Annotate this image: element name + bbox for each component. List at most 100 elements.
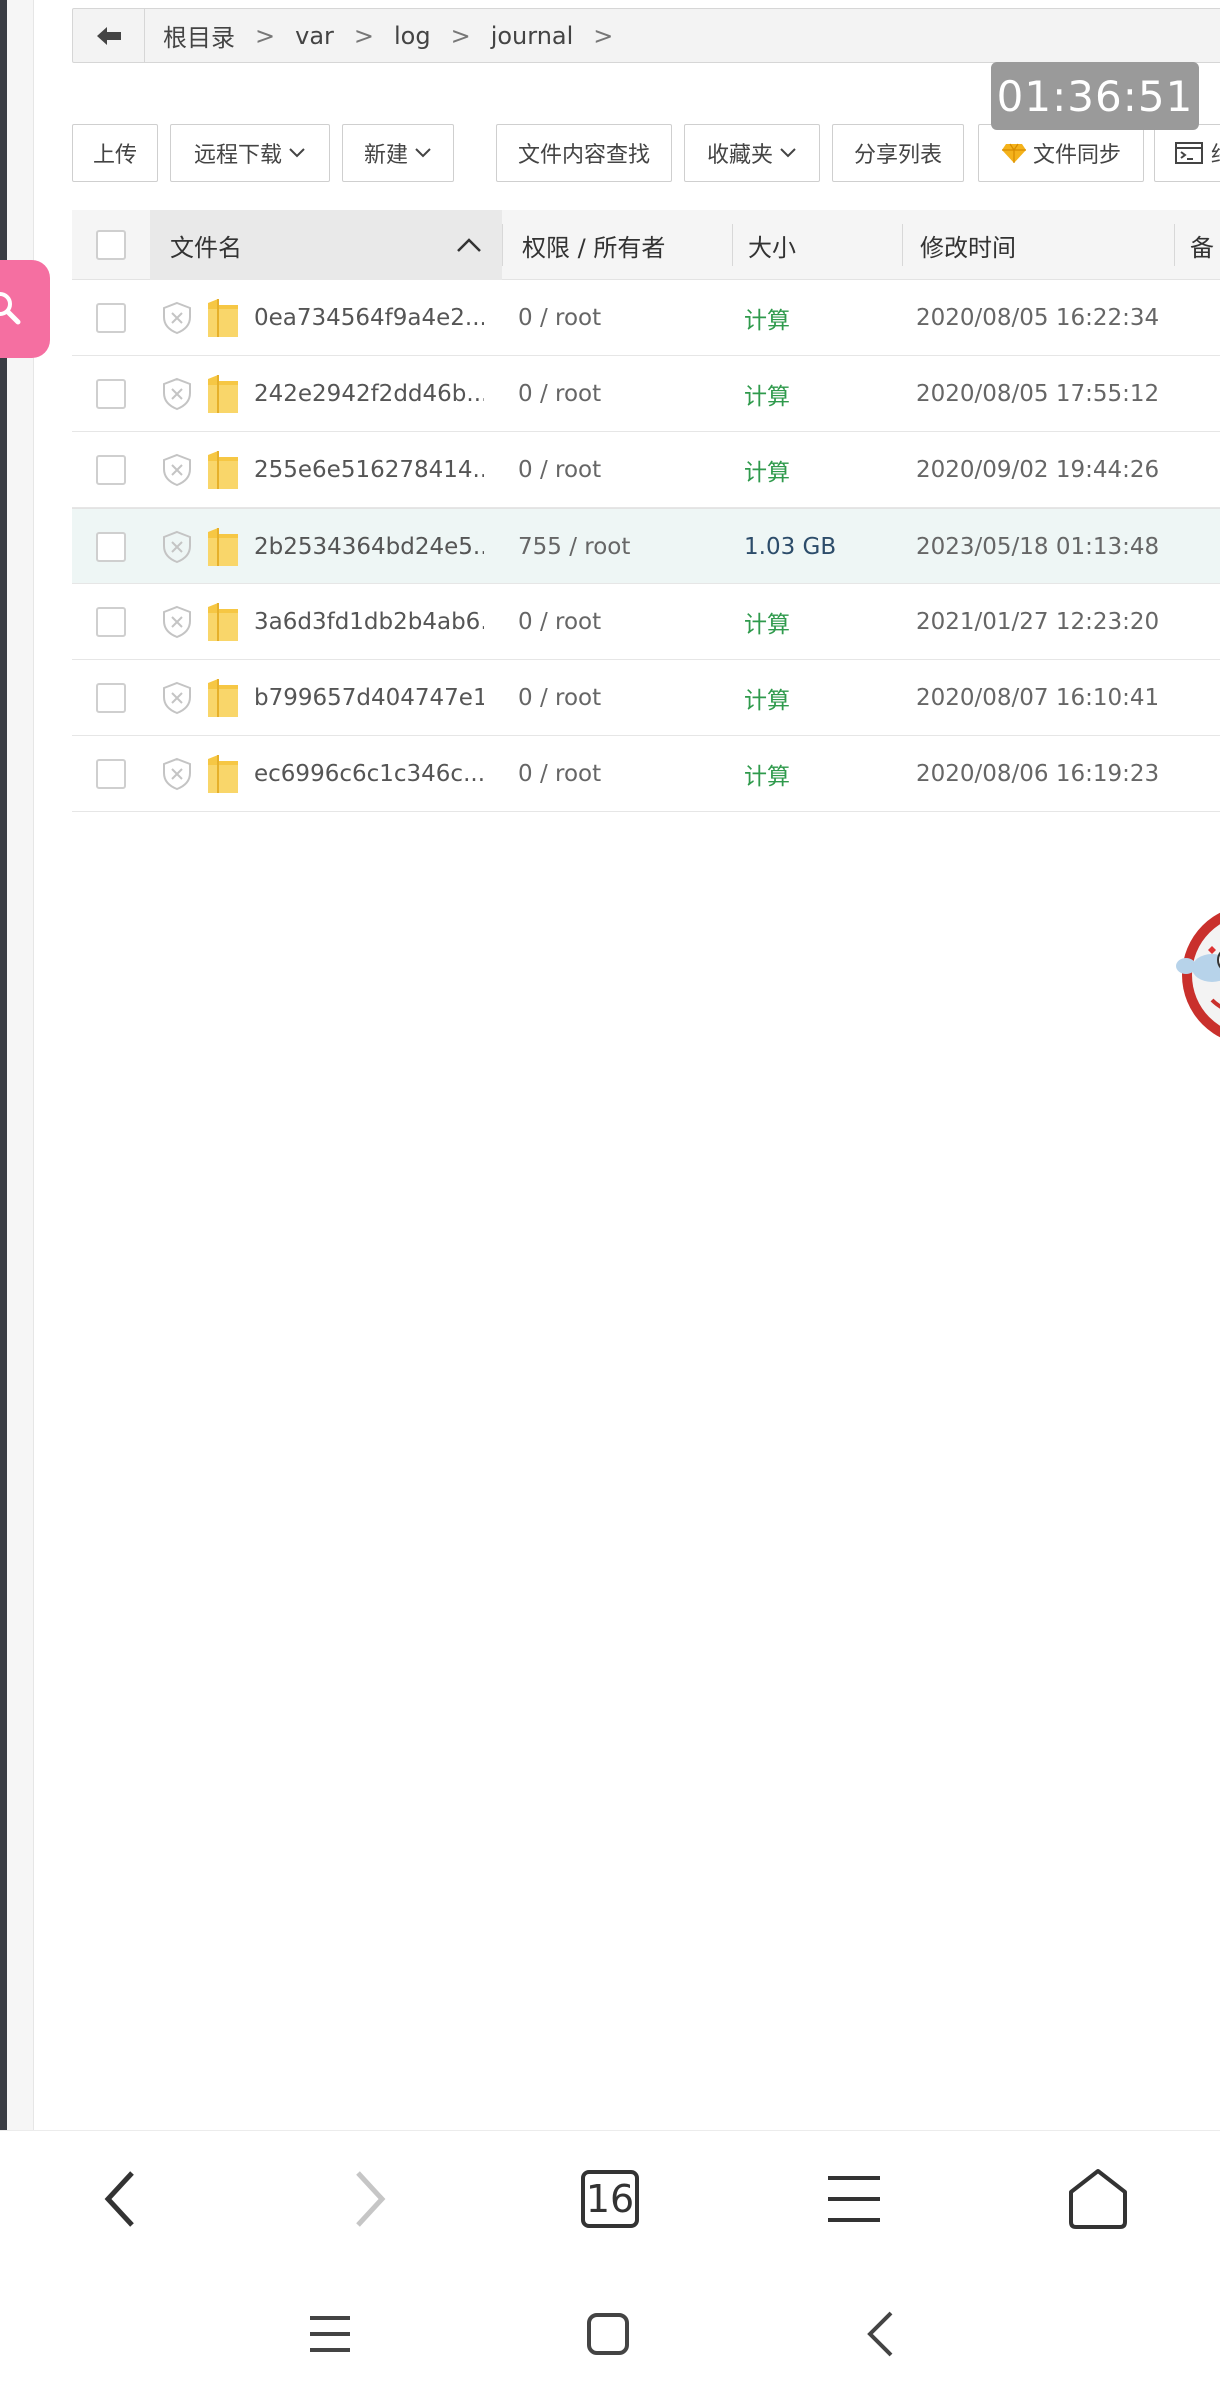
breadcrumb-log[interactable]: log [388,22,437,50]
row-checkbox-cell[interactable] [96,356,126,432]
column-header-name[interactable]: 文件名 [150,210,502,280]
file-perm-owner[interactable]: 755 / root [518,509,630,585]
file-size[interactable]: 计算 [744,584,790,660]
column-header-size[interactable]: 大小 [748,210,796,280]
system-back-button[interactable] [840,2294,920,2374]
system-home-button[interactable] [568,2294,648,2374]
remote-download-button[interactable]: 远程下载 [170,124,330,182]
shield-icon [163,301,191,335]
file-perm-owner[interactable]: 0 / root [518,584,601,660]
column-header-remark[interactable]: 备 [1190,210,1214,280]
file-size[interactable]: 计算 [744,432,790,508]
shield-cell[interactable] [162,736,192,812]
file-size[interactable]: 计算 [744,356,790,432]
table-row[interactable]: b799657d404747e1... 0 / root 计算 2020/08/07 … [72,660,1220,736]
file-perm-owner[interactable]: 0 / root [518,660,601,736]
row-checkbox-cell[interactable] [96,509,126,585]
table-row[interactable]: ec6996c6c1c346c... 0 / root 计算 2020/08/06 1… [72,736,1220,812]
mascot-sticker[interactable] [1172,890,1220,1064]
folder-cell [206,356,240,432]
row-checkbox[interactable] [96,683,126,713]
browser-home-button[interactable] [1058,2159,1138,2239]
browser-forward-button[interactable] [330,2159,410,2239]
table-row[interactable]: 2b2534364bd24e5... 755 / root 1.03 GB 2023/… [72,508,1220,584]
content-search-button[interactable]: 文件内容查找 [496,124,672,182]
floating-search-tab[interactable] [0,260,50,358]
browser-back-button[interactable] [80,2159,160,2239]
file-name[interactable]: 0ea734564f9a4e2... [254,280,484,356]
chevron-right-icon [356,2171,386,2227]
row-checkbox-cell[interactable] [96,660,126,736]
shield-cell[interactable] [162,660,192,736]
file-name[interactable]: 3a6d3fd1db2b4ab6... [254,584,484,660]
row-checkbox[interactable] [96,607,126,637]
file-mtime: 2021/01/27 12:23:20 [916,609,1160,635]
file-name[interactable]: ec6996c6c1c346c... [254,736,484,812]
row-checkbox[interactable] [96,303,126,333]
column-name-label: 文件名 [170,233,242,262]
arrow-left-icon [96,26,121,45]
shield-cell[interactable] [162,280,192,356]
row-checkbox-cell[interactable] [96,280,126,356]
row-checkbox[interactable] [96,455,126,485]
favorites-label: 收藏夹 [706,143,773,168]
new-button[interactable]: 新建 [342,124,454,182]
share-list-label: 分享列表 [853,143,942,168]
breadcrumb-journal[interactable]: journal [485,22,580,50]
table-row[interactable]: 255e6e516278414... 0 / root 计算 2020/09/02 1… [72,432,1220,508]
shield-cell[interactable] [162,432,192,508]
row-checkbox-cell[interactable] [96,736,126,812]
file-mtime: 2020/08/06 16:19:23 [916,761,1160,787]
row-checkbox[interactable] [96,379,126,409]
file-perm-owner[interactable]: 0 / root [518,356,601,432]
row-checkbox[interactable] [96,759,126,789]
file-mtime: 2020/08/07 16:10:41 [916,685,1160,711]
file-perm-owner[interactable]: 0 / root [518,432,601,508]
file-name[interactable]: 2b2534364bd24e5... [254,509,484,585]
breadcrumb: 根目录 > var > log > journal > [72,8,1220,63]
terminal-button[interactable]: 终端 [1154,124,1220,182]
column-header-mtime[interactable]: 修改时间 [920,210,1016,280]
table-row[interactable]: 242e2942f2dd46b... 0 / root 计算 2020/08/05 1… [72,356,1220,432]
breadcrumb-var[interactable]: var [289,22,340,50]
shield-cell[interactable] [162,509,192,585]
file-size[interactable]: 计算 [744,280,790,356]
shield-icon [163,605,191,639]
browser-menu-button[interactable] [814,2159,894,2239]
mascot-icon [1176,912,1220,1038]
share-list-button[interactable]: 分享列表 [832,124,964,182]
folder-icon [208,603,238,641]
upload-button[interactable]: 上传 [72,124,158,182]
shield-cell[interactable] [162,584,192,660]
file-name[interactable]: b799657d404747e1... [254,660,484,736]
file-size: 1.03 GB [744,534,837,560]
back-button[interactable] [73,9,145,62]
folder-cell [206,280,240,356]
file-sync-button[interactable]: 文件同步 [978,124,1144,182]
content-search-label: 文件内容查找 [517,143,650,168]
table-row[interactable]: 0ea734564f9a4e2... 0 / root 计算 2020/08/05 1… [72,280,1220,356]
column-header-perm[interactable]: 权限 / 所有者 [522,210,665,280]
shield-cell[interactable] [162,356,192,432]
select-all-checkbox-cell[interactable] [96,210,126,280]
favorites-button[interactable]: 收藏夹 [684,124,820,182]
file-perm-owner[interactable]: 0 / root [518,280,601,356]
shield-icon [163,377,191,411]
breadcrumb-root[interactable]: 根目录 [157,18,241,53]
shield-icon [163,453,191,487]
row-checkbox[interactable] [96,532,126,562]
folder-cell [206,736,240,812]
file-size[interactable]: 计算 [744,660,790,736]
file-name[interactable]: 242e2942f2dd46b... [254,356,484,432]
system-recents-button[interactable] [290,2294,370,2374]
file-name[interactable]: 255e6e516278414... [254,432,484,508]
file-size[interactable]: 计算 [744,736,790,812]
row-checkbox-cell[interactable] [96,584,126,660]
table-row[interactable]: 3a6d3fd1db2b4ab6... 0 / root 计算 2021/01/27 … [72,584,1220,660]
table-header: 文件名 权限 / 所有者 大小 修改时间 备 [72,210,1220,280]
row-checkbox-cell[interactable] [96,432,126,508]
file-mtime: 2023/05/18 01:13:48 [916,534,1160,560]
select-all-checkbox[interactable] [96,230,126,260]
tabs-button[interactable]: 16 [570,2159,650,2239]
file-perm-owner[interactable]: 0 / root [518,736,601,812]
